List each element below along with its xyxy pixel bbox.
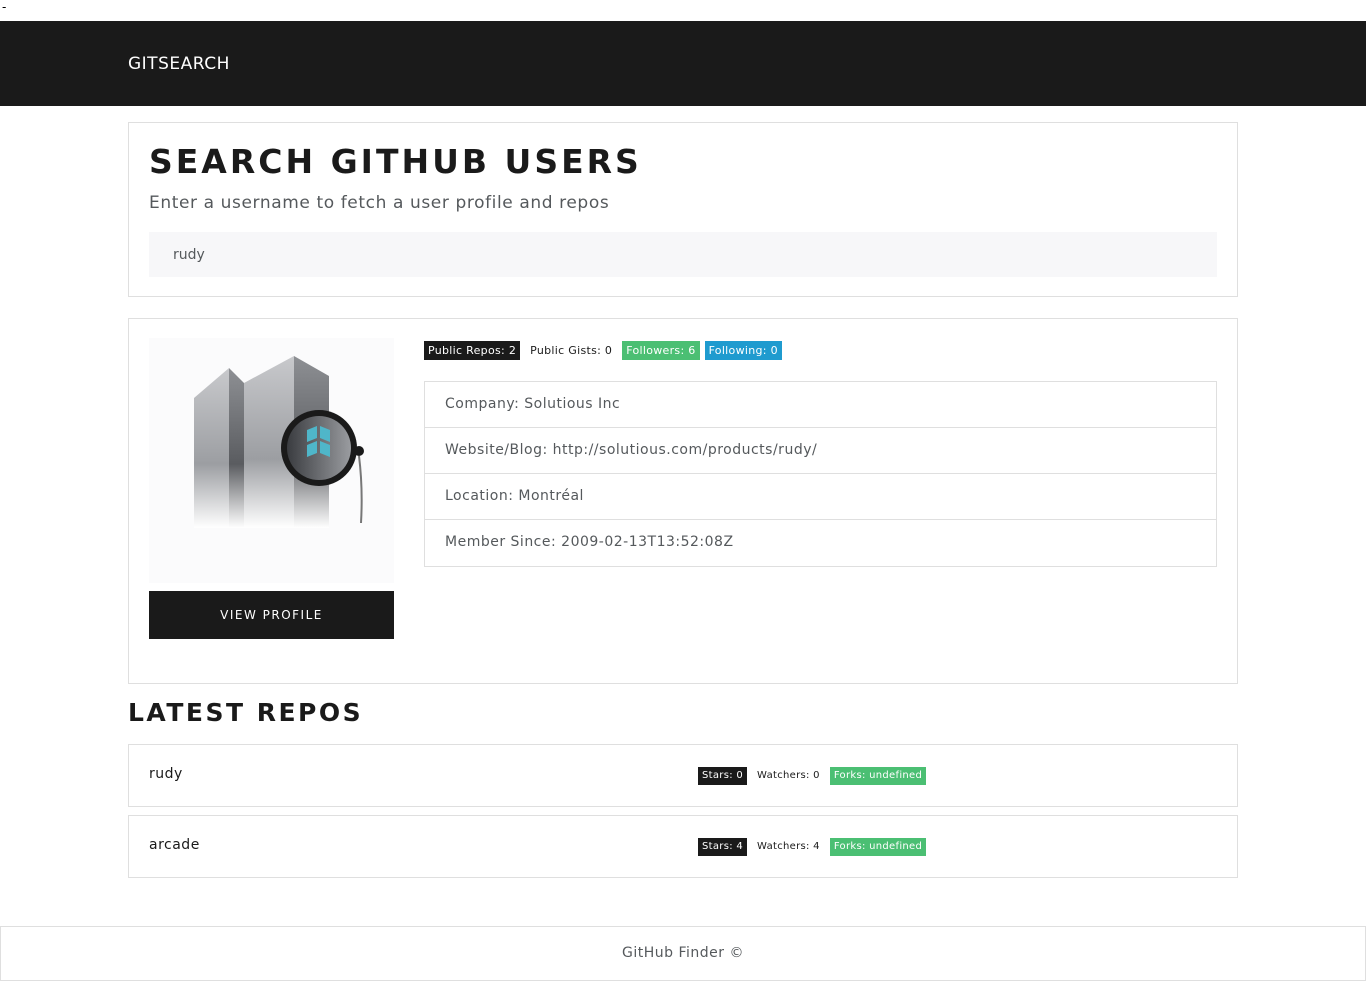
watchers-badge: Watchers: 4 (757, 841, 820, 852)
watchers-badge: Watchers: 0 (757, 770, 820, 781)
repo-link[interactable]: arcade (149, 837, 200, 853)
forks-badge: Forks: undefined (829, 767, 927, 785)
stray-text: - (2, 0, 7, 14)
search-card: SEARCH GITHUB USERS Enter a username to … (128, 122, 1238, 297)
avatar-logo-image (194, 356, 364, 528)
footer-text: GitHub Finder © (622, 945, 744, 961)
stars-badge: Stars: 4 (698, 838, 748, 856)
navbar: GITSEARCH (0, 21, 1366, 106)
search-title: SEARCH GITHUB USERS (149, 142, 642, 181)
search-input[interactable] (149, 232, 1217, 277)
public-repos-badge: Public Repos: 2 (424, 341, 521, 360)
company-item: Company: Solutious Inc (425, 382, 1216, 428)
repo-badges: Stars: 0 Watchers: 0 Forks: undefined (698, 767, 931, 785)
repo-card: rudy Stars: 0 Watchers: 0 Forks: undefin… (128, 744, 1238, 807)
stars-badge: Stars: 0 (698, 767, 748, 785)
brand-link[interactable]: GITSEARCH (128, 54, 230, 74)
repos-heading: LATEST REPOS (128, 698, 364, 727)
view-profile-button[interactable]: VIEW PROFILE (149, 591, 394, 639)
profile-card: VIEW PROFILE Public Repos: 2 Public Gist… (128, 318, 1238, 684)
footer: GitHub Finder © (0, 926, 1366, 981)
location-item: Location: Montréal (425, 474, 1216, 520)
profile-info-list: Company: Solutious Inc Website/Blog: htt… (424, 381, 1217, 567)
repo-badges: Stars: 4 Watchers: 4 Forks: undefined (698, 838, 931, 856)
public-gists-badge: Public Gists: 0 (530, 344, 613, 357)
member-since-item: Member Since: 2009-02-13T13:52:08Z (445, 534, 734, 550)
profile-badges: Public Repos: 2 Public Gists: 0 Follower… (424, 341, 787, 360)
followers-badge: Followers: 6 (622, 341, 700, 360)
search-lead: Enter a username to fetch a user profile… (149, 193, 610, 213)
repo-card: arcade Stars: 4 Watchers: 4 Forks: undef… (128, 815, 1238, 878)
avatar (149, 338, 394, 583)
repo-link[interactable]: rudy (149, 766, 183, 782)
website-item: Website/Blog: http://solutious.com/produ… (425, 428, 1216, 474)
forks-badge: Forks: undefined (829, 838, 927, 856)
following-badge: Following: 0 (704, 341, 782, 360)
